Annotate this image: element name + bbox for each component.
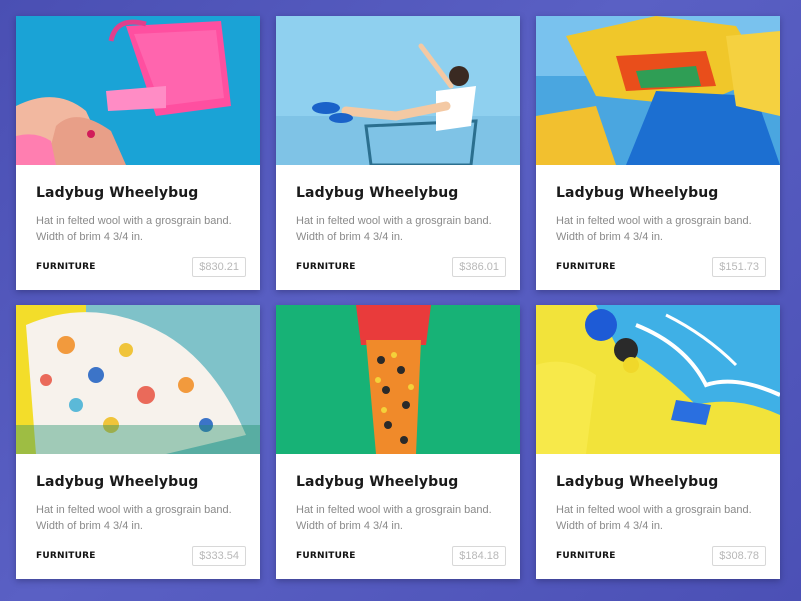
price-badge: $184.18 [452, 546, 506, 566]
product-card[interactable]: Ladybug Wheelybug Hat in felted wool wit… [276, 16, 520, 290]
product-description: Hat in felted wool with a grosgrain band… [36, 504, 232, 532]
product-description: Hat in felted wool with a grosgrain band… [556, 504, 752, 532]
product-description: Hat in felted wool with a grosgrain band… [296, 215, 492, 243]
product-grid: Ladybug Wheelybug Hat in felted wool wit… [16, 16, 780, 579]
product-title[interactable]: Ladybug Wheelybug [296, 185, 500, 201]
product-title[interactable]: Ladybug Wheelybug [36, 185, 240, 201]
product-category[interactable]: FURNITURE [36, 262, 96, 272]
price-badge: $151.73 [712, 257, 766, 277]
product-title[interactable]: Ladybug Wheelybug [36, 474, 240, 490]
product-description: Hat in felted wool with a grosgrain band… [296, 504, 492, 532]
product-title[interactable]: Ladybug Wheelybug [296, 474, 500, 490]
product-card[interactable]: Ladybug Wheelybug Hat in felted wool wit… [536, 305, 780, 579]
product-category[interactable]: FURNITURE [296, 262, 356, 272]
product-category[interactable]: FURNITURE [556, 551, 616, 561]
product-image[interactable] [536, 16, 780, 165]
product-image[interactable] [276, 305, 520, 454]
price-badge: $386.01 [452, 257, 506, 277]
product-image[interactable] [536, 305, 780, 454]
product-card[interactable]: Ladybug Wheelybug Hat in felted wool wit… [16, 16, 260, 290]
price-badge: $308.78 [712, 546, 766, 566]
product-card[interactable]: Ladybug Wheelybug Hat in felted wool wit… [16, 305, 260, 579]
product-card[interactable]: Ladybug Wheelybug Hat in felted wool wit… [536, 16, 780, 290]
price-badge: $830.21 [192, 257, 246, 277]
product-description: Hat in felted wool with a grosgrain band… [556, 215, 752, 243]
product-title[interactable]: Ladybug Wheelybug [556, 474, 760, 490]
product-category[interactable]: FURNITURE [556, 262, 616, 272]
product-image[interactable] [16, 305, 260, 454]
product-image[interactable] [16, 16, 260, 165]
product-card[interactable]: Ladybug Wheelybug Hat in felted wool wit… [276, 305, 520, 579]
product-category[interactable]: FURNITURE [36, 551, 96, 561]
price-badge: $333.54 [192, 546, 246, 566]
product-title[interactable]: Ladybug Wheelybug [556, 185, 760, 201]
product-category[interactable]: FURNITURE [296, 551, 356, 561]
product-description: Hat in felted wool with a grosgrain band… [36, 215, 232, 243]
product-image[interactable] [276, 16, 520, 165]
